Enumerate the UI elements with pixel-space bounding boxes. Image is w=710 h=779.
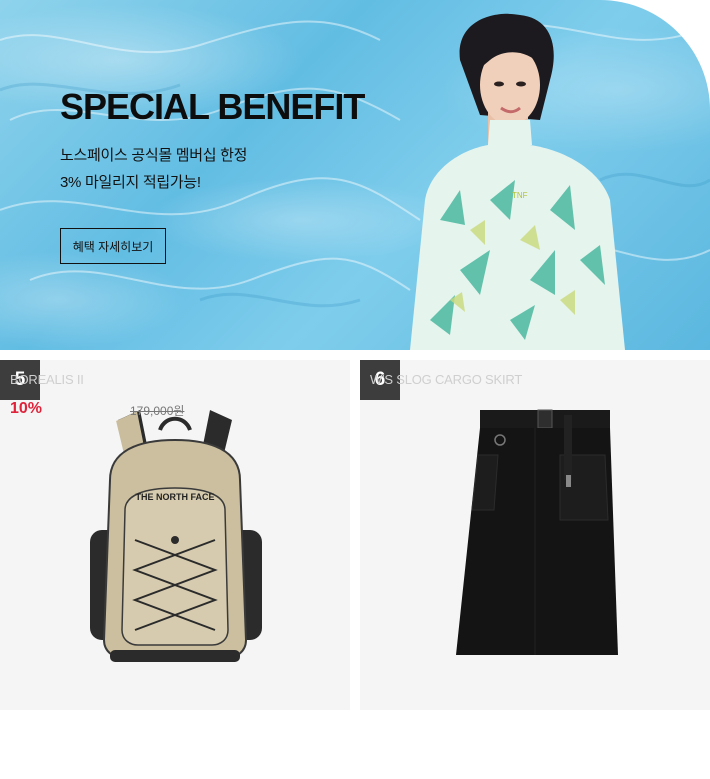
promo-banner[interactable]: SPECIAL BENEFIT 노스페이스 공식몰 멤버십 한정 3% 마일리지… (0, 0, 710, 350)
benefit-details-button[interactable]: 혜택 자세히보기 (60, 228, 166, 264)
product-name[interactable]: BOREALIS II (10, 372, 84, 387)
banner-subtitle-line1: 노스페이스 공식몰 멤버십 한정 (60, 147, 248, 164)
banner-title: SPECIAL BENEFIT (60, 86, 365, 127)
model-image: TNF (410, 13, 625, 350)
product-name[interactable]: W'S SLOG CARGO SKIRT (370, 372, 522, 387)
skirt-image (456, 409, 618, 655)
original-price: 179,000원 (130, 404, 185, 418)
svg-text:TNF: TNF (512, 191, 528, 200)
product-image-area[interactable]: 6 (360, 360, 710, 710)
backpack-logo: THE NORTH FACE (135, 492, 214, 502)
discount-rate: 10% (10, 400, 43, 417)
product-card[interactable]: 6 (360, 360, 710, 710)
banner-subtitle-line2: 3% 마일리지 적립가능! (60, 174, 201, 191)
